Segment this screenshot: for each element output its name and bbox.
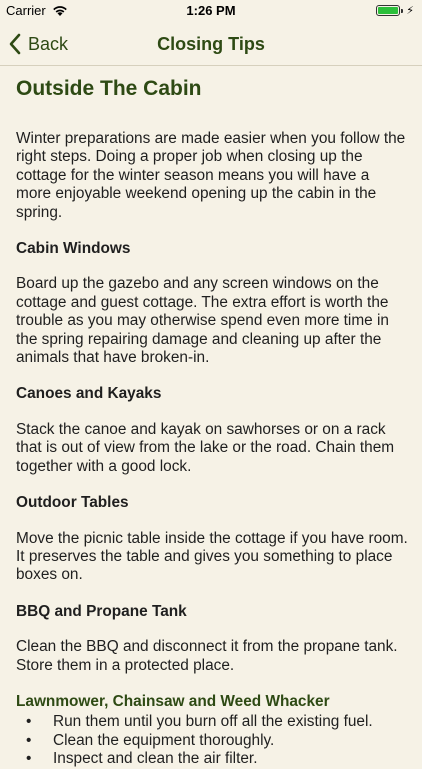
battery-tip [401, 8, 404, 13]
section-heading-outdoor-tables: Outdoor Tables [16, 494, 129, 512]
section-body-outdoor-tables: Move the picnic table inside the cottage… [16, 529, 408, 584]
intro-paragraph: Winter preparations are made easier when… [16, 130, 406, 221]
section-body-cabin-windows: Board up the gazebo and any screen windo… [16, 275, 389, 367]
list-item: Clean the equipment thoroughly. [16, 732, 408, 751]
article-content: Outside The Cabin Winter preparations ar… [16, 66, 408, 769]
list-item: Run them until you burn off all the exis… [16, 713, 408, 732]
navigation-bar: Back Closing Tips [0, 22, 422, 66]
list-item: Inspect and clean the air filter. [16, 750, 408, 769]
charging-icon: ⚡ [406, 5, 414, 17]
battery-icon [376, 5, 401, 16]
status-bar: Carrier 1:26 PM ⚡ [0, 0, 422, 22]
section-heading-bbq-propane: BBQ and Propane Tank [16, 602, 187, 620]
nav-title: Closing Tips [157, 34, 265, 54]
status-right: ⚡ [376, 4, 414, 17]
lawn-equipment-list: Run them until you burn off all the exis… [16, 713, 408, 769]
status-time: 1:26 PM [186, 3, 236, 18]
battery-fill [378, 7, 399, 14]
page-title: Outside The Cabin [16, 77, 202, 100]
section-body-bbq-propane: Clean the BBQ and disconnect it from the… [16, 638, 398, 674]
section-body-canoes-kayaks: Stack the canoe and kayak on sawhorses o… [16, 420, 395, 475]
section-heading-canoes-kayaks: Canoes and Kayaks [16, 385, 162, 403]
section-heading-lawn-equipment: Lawnmower, Chainsaw and Weed Whacker [16, 692, 330, 710]
section-heading-cabin-windows: Cabin Windows [16, 240, 131, 258]
